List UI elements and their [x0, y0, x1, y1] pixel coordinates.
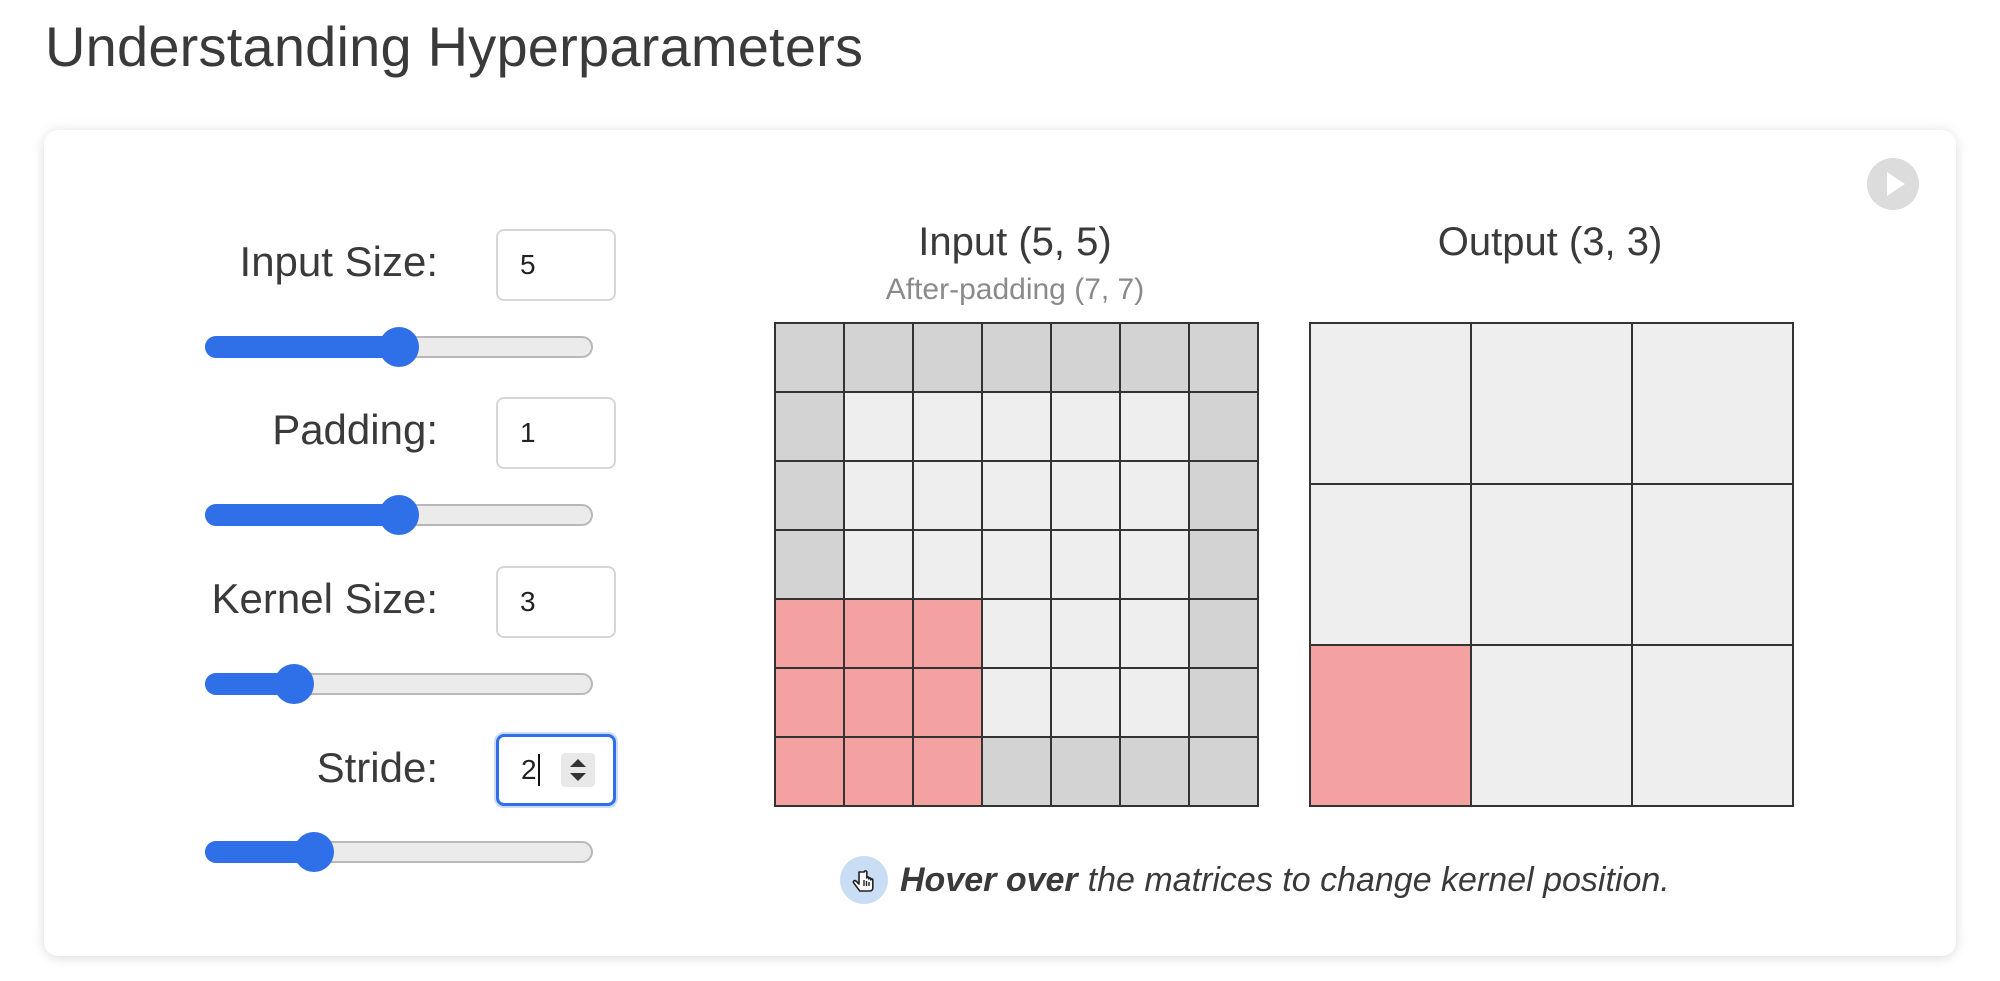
padding-label: Padding:	[272, 406, 438, 453]
input-cell[interactable]	[1052, 393, 1119, 460]
input-matrix[interactable]	[774, 322, 1259, 807]
input-cell[interactable]	[845, 600, 912, 667]
output-cell[interactable]	[1633, 324, 1792, 483]
input-cell[interactable]	[983, 738, 1050, 805]
kernel-size-slider[interactable]	[205, 664, 593, 704]
output-cell[interactable]	[1311, 646, 1470, 805]
input-cell[interactable]	[983, 324, 1050, 391]
input-cell[interactable]	[1121, 531, 1188, 598]
output-cell[interactable]	[1472, 324, 1631, 483]
input-cell[interactable]	[914, 669, 981, 736]
input-cell[interactable]	[1052, 462, 1119, 529]
input-cell[interactable]	[1190, 531, 1257, 598]
input-cell[interactable]	[1052, 669, 1119, 736]
input-cell[interactable]	[1190, 462, 1257, 529]
stride-spinner[interactable]	[561, 753, 595, 787]
hint-text: the matrices to change kernel position.	[1087, 860, 1670, 899]
input-cell[interactable]	[1190, 324, 1257, 391]
padding-value: 1	[520, 417, 536, 448]
input-matrix-title: Input (5, 5)	[918, 220, 1112, 264]
slider-thumb[interactable]	[379, 495, 419, 535]
output-cell[interactable]	[1633, 485, 1792, 644]
kernel-size-value: 3	[520, 586, 536, 617]
input-cell[interactable]	[1121, 669, 1188, 736]
input-cell[interactable]	[1121, 600, 1188, 667]
padding-field[interactable]: 1	[496, 397, 616, 469]
spinner-arrows-icon	[570, 759, 586, 781]
stride-slider[interactable]	[205, 832, 593, 872]
input-cell[interactable]	[845, 324, 912, 391]
output-cell[interactable]	[1633, 646, 1792, 805]
input-cell[interactable]	[1190, 669, 1257, 736]
input-cell[interactable]	[845, 393, 912, 460]
input-cell[interactable]	[1190, 393, 1257, 460]
input-cell[interactable]	[1121, 462, 1188, 529]
page-title: Understanding Hyperparameters	[45, 15, 864, 78]
input-cell[interactable]	[914, 531, 981, 598]
kernel-size-label: Kernel Size:	[211, 575, 438, 622]
slider-thumb[interactable]	[379, 327, 419, 367]
slider-thumb[interactable]	[274, 664, 315, 704]
input-cell[interactable]	[776, 738, 843, 805]
input-cell[interactable]	[776, 462, 843, 529]
input-size-slider[interactable]	[205, 327, 593, 367]
input-cell[interactable]	[1052, 600, 1119, 667]
input-cell[interactable]	[1052, 531, 1119, 598]
input-cell[interactable]	[914, 738, 981, 805]
input-cell[interactable]	[1121, 738, 1188, 805]
input-cell[interactable]	[776, 393, 843, 460]
input-cell[interactable]	[1121, 393, 1188, 460]
padding-slider[interactable]	[205, 495, 593, 535]
input-cell[interactable]	[914, 600, 981, 667]
slider-fill	[205, 336, 399, 358]
input-cell[interactable]	[983, 669, 1050, 736]
input-size-field[interactable]: 5	[496, 229, 616, 301]
input-cell[interactable]	[776, 600, 843, 667]
input-size-value: 5	[520, 249, 536, 280]
input-cell[interactable]	[776, 531, 843, 598]
slider-thumb[interactable]	[293, 832, 334, 872]
stride-value: 2	[521, 754, 537, 785]
input-cell[interactable]	[845, 531, 912, 598]
output-cell[interactable]	[1311, 324, 1470, 483]
play-button[interactable]	[1867, 158, 1919, 210]
input-cell[interactable]	[1052, 324, 1119, 391]
hint-bold-text: Hover over	[900, 860, 1078, 899]
input-matrix-subtitle: After-padding (7, 7)	[885, 273, 1145, 306]
output-cell[interactable]	[1472, 485, 1631, 644]
play-icon	[1887, 172, 1905, 196]
input-cell[interactable]	[983, 462, 1050, 529]
input-cell[interactable]	[914, 393, 981, 460]
stride-field[interactable]: 2	[496, 734, 616, 806]
input-cell[interactable]	[776, 324, 843, 391]
input-cell[interactable]	[845, 462, 912, 529]
slider-fill	[205, 504, 399, 526]
output-cell[interactable]	[1311, 485, 1470, 644]
input-cell[interactable]	[1121, 324, 1188, 391]
input-cell[interactable]	[1190, 738, 1257, 805]
kernel-size-field[interactable]: 3	[496, 566, 616, 638]
hand-pointer-icon	[840, 856, 888, 904]
input-cell[interactable]	[914, 462, 981, 529]
input-cell[interactable]	[914, 324, 981, 391]
input-cell[interactable]	[845, 669, 912, 736]
input-cell[interactable]	[983, 393, 1050, 460]
input-size-label: Input Size:	[239, 238, 438, 285]
output-matrix-title: Output (3, 3)	[1437, 220, 1663, 264]
hover-hint: Hover over the matrices to change kernel…	[840, 855, 1670, 905]
output-matrix[interactable]	[1309, 322, 1794, 807]
input-cell[interactable]	[983, 600, 1050, 667]
input-cell[interactable]	[776, 669, 843, 736]
stride-label: Stride:	[316, 744, 438, 791]
input-cell[interactable]	[1052, 738, 1119, 805]
input-cell[interactable]	[983, 531, 1050, 598]
output-cell[interactable]	[1472, 646, 1631, 805]
text-caret	[537, 754, 540, 786]
input-cell[interactable]	[845, 738, 912, 805]
input-cell[interactable]	[1190, 600, 1257, 667]
